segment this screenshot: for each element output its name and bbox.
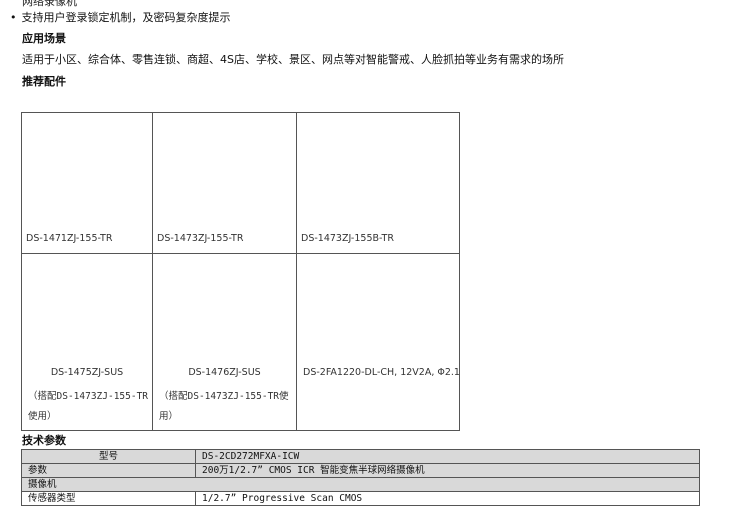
accessory-cell: DS-1471ZJ-155-TR xyxy=(21,112,153,254)
accessory-model: DS-2FA1220-DL-CH, 12V2A, Φ2.1 xyxy=(303,367,460,378)
accessory-image-placeholder xyxy=(297,113,459,225)
accessory-model: DS-1473ZJ-155B-TR xyxy=(301,233,394,244)
scene-text: 适用于小区、综合体、零售连锁、商超、4S店、学校、景区、网点等对智能警戒、人脸抓… xyxy=(22,53,564,66)
accessory-note: 用） xyxy=(159,411,179,422)
spec-label: 传感器类型 xyxy=(21,491,196,506)
accessory-cell: DS-2FA1220-DL-CH, 12V2A, Φ2.1 xyxy=(296,253,460,431)
specs-row: 传感器类型 1/2.7” Progressive Scan CMOS xyxy=(21,491,700,506)
spec-label: 参数 xyxy=(21,463,196,478)
accessory-image-placeholder xyxy=(153,113,296,225)
accessory-note: （搭配DS-1473ZJ-155-TR xyxy=(28,391,149,402)
spec-value: DS-2CD272MFXA-ICW xyxy=(195,449,700,464)
bullet-icon: • xyxy=(10,11,17,24)
accessory-cell: DS-1473ZJ-155-TR xyxy=(152,112,297,254)
spec-value: 1/2.7” Progressive Scan CMOS xyxy=(195,491,700,506)
accessory-image-placeholder xyxy=(297,254,459,364)
feature-text: 支持用户登录锁定机制，及密码复杂度提示 xyxy=(21,11,231,24)
accessory-note: 使用） xyxy=(28,411,57,422)
accessory-image-placeholder xyxy=(22,113,152,225)
spec-label: 型号 xyxy=(21,449,196,464)
spec-section-title: 摄像机 xyxy=(21,477,700,492)
accessory-image-placeholder xyxy=(153,254,296,364)
accessories-row: DS-1471ZJ-155-TR DS-1473ZJ-155-TR DS-147… xyxy=(21,112,460,254)
accessories-table: DS-1471ZJ-155-TR DS-1473ZJ-155-TR DS-147… xyxy=(21,112,460,431)
accessory-cell: DS-1475ZJ-SUS （搭配DS-1473ZJ-155-TR 使用） xyxy=(21,253,153,431)
specs-row: 参数 200万1/2.7” CMOS ICR 智能变焦半球网络摄像机 xyxy=(21,463,700,478)
accessory-model: DS-1473ZJ-155-TR xyxy=(157,233,244,244)
accessories-row: DS-1475ZJ-SUS （搭配DS-1473ZJ-155-TR 使用） DS… xyxy=(21,253,460,431)
accessory-image-placeholder xyxy=(22,254,152,364)
specs-row: 型号 DS-2CD272MFXA-ICW xyxy=(21,449,700,464)
accessory-cell: DS-1473ZJ-155B-TR xyxy=(296,112,460,254)
accessories-heading: 推荐配件 xyxy=(22,75,66,88)
accessory-note: （搭配DS-1473ZJ-155-TR使 xyxy=(159,391,289,402)
cut-off-feature-line: 网络录像机 xyxy=(22,0,116,8)
accessory-cell: DS-1476ZJ-SUS （搭配DS-1473ZJ-155-TR使 用） xyxy=(152,253,297,431)
accessory-model: DS-1471ZJ-155-TR xyxy=(26,233,113,244)
specs-heading: 技术参数 xyxy=(22,434,66,447)
accessory-model: DS-1475ZJ-SUS xyxy=(50,367,124,378)
feature-bullet-item: • 支持用户登录锁定机制，及密码复杂度提示 xyxy=(10,9,231,25)
spec-value: 200万1/2.7” CMOS ICR 智能变焦半球网络摄像机 xyxy=(195,463,700,478)
scene-heading: 应用场景 xyxy=(22,32,66,45)
specs-section-row: 摄像机 xyxy=(21,477,700,492)
accessory-model: DS-1476ZJ-SUS xyxy=(188,367,261,378)
specs-table: 型号 DS-2CD272MFXA-ICW 参数 200万1/2.7” CMOS … xyxy=(21,449,700,506)
